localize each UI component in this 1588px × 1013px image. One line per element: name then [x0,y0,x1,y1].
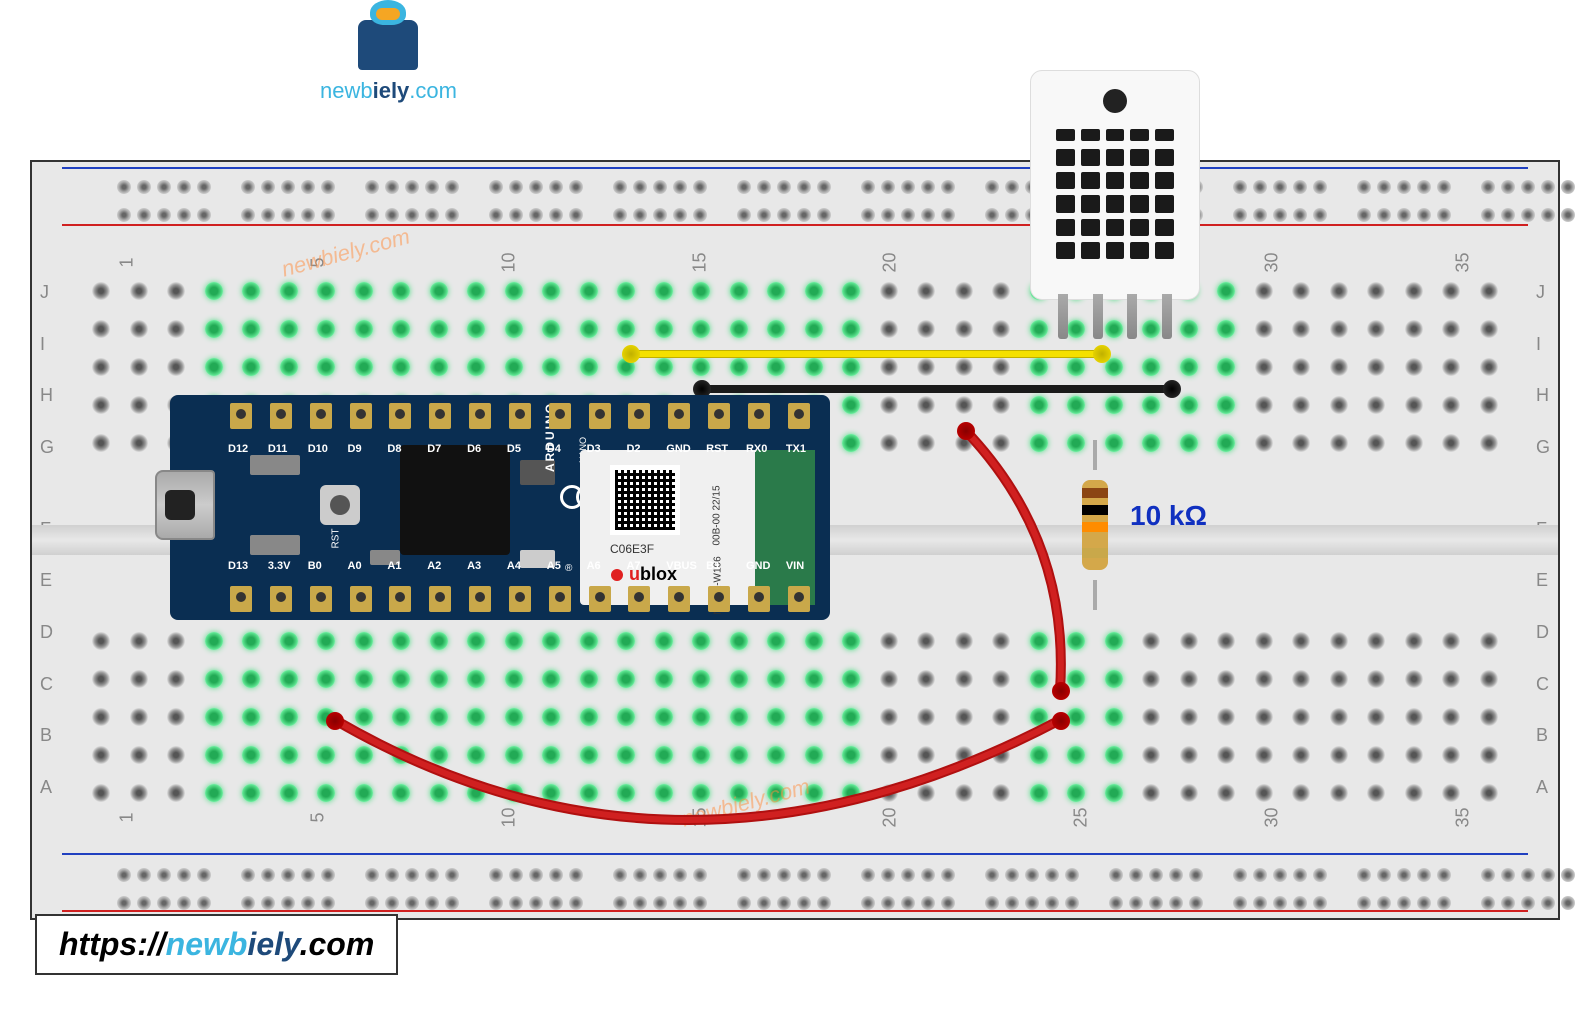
pin-d12: D12 [230,403,252,429]
pin-d13: D13 [230,586,252,612]
pin-a3: A3 [469,586,491,612]
pin-d9: D9 [350,403,372,429]
pin-gnd: GND [748,586,770,612]
wire-gnd-black [700,385,1170,393]
smd-component [250,455,300,475]
pin-a5: A5 [549,586,571,612]
pin-rx0: RX0 [748,403,770,429]
pin-3.3v: 3.3V [270,586,292,612]
smd-component [250,535,300,555]
pin-d6: D6 [469,403,491,429]
pins-bottom-row: D13 3.3V B0 A0 A1 A2 A3 A4 A5 A6 A7 VBUS B1 GND VIN [230,586,810,612]
rst-label: RST [331,529,342,549]
wifi-module: C06E3F ublox 00B-00 22/15 NORA-W106 [580,450,815,605]
pin-b1: B1 [708,586,730,612]
pin-d8: D8 [389,403,411,429]
reset-button [320,485,360,525]
pin-d10: D10 [310,403,332,429]
pin-b0: B0 [310,586,332,612]
main-chip [400,445,510,555]
pin-vbus: VBUS [668,586,690,612]
pin-d7: D7 [429,403,451,429]
pin-a6: A6 [589,586,611,612]
dht-pin-gnd [1162,294,1172,339]
wire-endpoint [957,422,975,440]
wire-endpoint [1052,712,1070,730]
reg-mark: ® [565,563,572,574]
wire-data-yellow [630,350,1100,358]
wifi-side-text: 00B-00 22/15 [711,485,722,545]
pin-a7: A7 [628,586,650,612]
wire-endpoint [1052,682,1070,700]
pin-a1: A1 [389,586,411,612]
band-black [1082,505,1108,515]
arduino-nano-esp32: RST ARDUINO NANO ESP32 ® C06E3F ublox 00… [170,395,830,620]
dht-pins [1046,294,1184,339]
pin-d5: D5 [509,403,531,429]
resistor-lead [1093,440,1097,470]
pin-tx1: TX1 [788,403,810,429]
wire-endpoint [1093,345,1111,363]
dht-pin-data [1093,294,1103,339]
pin-vin: VIN [788,586,810,612]
dht-pin-nc [1127,294,1137,339]
wire-endpoint [622,345,640,363]
wifi-code: C06E3F [610,542,654,556]
pin-d4: D4 [549,403,571,429]
band-orange [1082,522,1108,532]
pin-d2: D2 [628,403,650,429]
usb-c-port [155,470,215,540]
pin-a0: A0 [350,586,372,612]
wire-endpoint [1163,380,1181,398]
resistor-value-label: 10 kΩ [1130,500,1207,532]
mounting-hole [1103,89,1127,113]
resistor-body [1082,480,1108,570]
sensor-grille [1056,126,1174,259]
pin-a4: A4 [509,586,531,612]
pin-d3: D3 [589,403,611,429]
dht22-sensor [1030,70,1200,300]
pin-d11: D11 [270,403,292,429]
band-brown [1082,488,1108,498]
resistor-lead [1093,580,1097,610]
pin-a2: A2 [429,586,451,612]
pin-gnd: GND [668,403,690,429]
wire-endpoint [326,712,344,730]
pins-top-row: D12 D11 D10 D9 D8 D7 D6 D5 D4 D3 D2 GND RST RX0 TX1 [230,403,810,429]
pin-rst: RST [708,403,730,429]
wifi-antenna [755,450,815,605]
dht-pin-vcc [1058,294,1068,339]
band-gold [1082,548,1108,558]
qr-code-icon [610,465,680,535]
resistor-10k [1082,465,1108,585]
site-url: https://newbiely.com [35,914,398,975]
